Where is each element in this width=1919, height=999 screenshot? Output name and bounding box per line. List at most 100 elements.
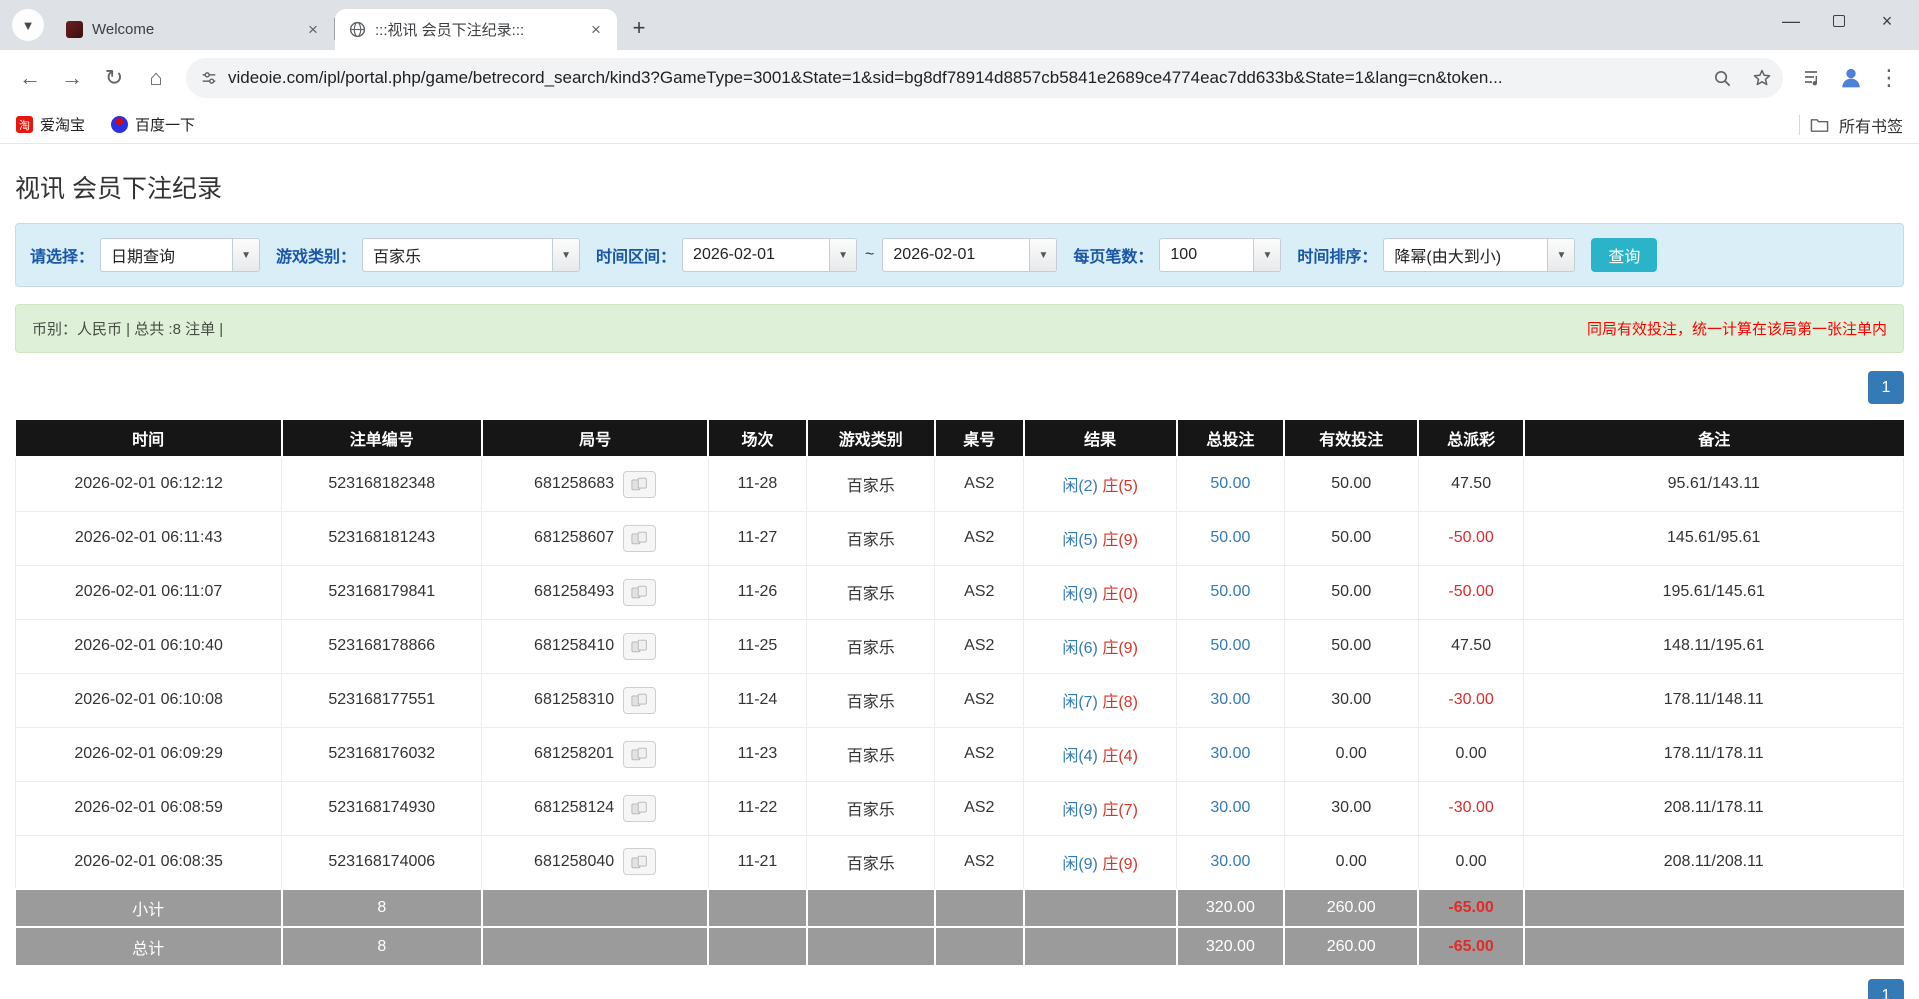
all-bookmarks-label: 所有书签: [1839, 113, 1903, 137]
cell-game-type: 百家乐: [807, 781, 935, 835]
cell-game-type: 百家乐: [807, 619, 935, 673]
date-to-dropdown[interactable]: 2026-02-01 ▼: [882, 238, 1057, 272]
cell-session: 11-26: [708, 565, 806, 619]
chevron-down-icon[interactable]: ▼: [1029, 239, 1056, 271]
total-bet-link[interactable]: 30.00: [1210, 745, 1250, 762]
new-tab-button[interactable]: +: [623, 12, 655, 44]
round-id: 681258040: [534, 853, 614, 871]
cell-total-bet: 50.00: [1177, 565, 1285, 619]
bookmark-aitaobao[interactable]: 淘 爱淘宝: [16, 114, 85, 135]
date-from-dropdown[interactable]: 2026-02-01 ▼: [682, 238, 857, 272]
cell-round: 681258310: [482, 673, 709, 727]
total-bet-link[interactable]: 50.00: [1210, 583, 1250, 600]
zoom-icon[interactable]: [1707, 63, 1737, 93]
total-bet-link[interactable]: 30.00: [1210, 691, 1250, 708]
chevron-down-icon[interactable]: ▼: [1547, 239, 1574, 271]
cell-total-bet: 50.00: [1177, 511, 1285, 565]
cell-result: 闲(9) 庄(0): [1024, 565, 1177, 619]
cell-session: 11-28: [708, 457, 806, 511]
reload-button[interactable]: ↻: [94, 58, 134, 98]
search-button[interactable]: 查询: [1591, 238, 1657, 272]
page-button-1[interactable]: 1: [1868, 371, 1904, 404]
total-bet-link[interactable]: 30.00: [1210, 799, 1250, 816]
home-button[interactable]: ⌂: [136, 58, 176, 98]
result-player: 闲(7): [1062, 694, 1098, 711]
cell-session: 11-25: [708, 619, 806, 673]
filter-label: 游戏类别：: [276, 243, 356, 267]
url-text[interactable]: videoie.com/ipl/portal.php/game/betrecor…: [228, 68, 1697, 88]
folder-icon: [1810, 117, 1829, 133]
cell-round: 681258493: [482, 565, 709, 619]
cell-table-no: AS2: [935, 565, 1024, 619]
round-id: 681258607: [534, 529, 614, 547]
round-detail-icon[interactable]: [623, 633, 656, 660]
result-player: 闲(9): [1062, 856, 1098, 873]
browser-navbar: ← → ↻ ⌂ videoie.com/ipl/portal.php/game/…: [0, 50, 1919, 106]
chevron-down-icon[interactable]: ▼: [232, 239, 259, 271]
result-banker: 庄(4): [1102, 748, 1138, 765]
filter-game-type: 游戏类别： 百家乐 ▼: [276, 238, 580, 272]
bookmarks-bar: 淘 爱淘宝 百度一下 所有书签: [0, 106, 1919, 144]
all-bookmarks[interactable]: 所有书签: [1799, 113, 1903, 137]
maximize-button[interactable]: [1815, 0, 1863, 42]
game-type-dropdown[interactable]: 百家乐 ▼: [362, 238, 580, 272]
col-header-bet-id: 注单编号: [282, 420, 482, 457]
back-button[interactable]: ←: [10, 58, 50, 98]
tab-welcome[interactable]: Welcome ×: [52, 9, 334, 50]
round-detail-icon[interactable]: [623, 741, 656, 768]
total-bet-link[interactable]: 30.00: [1210, 853, 1250, 870]
round-id: 681258201: [534, 745, 614, 763]
address-bar[interactable]: videoie.com/ipl/portal.php/game/betrecor…: [186, 58, 1783, 98]
cell-session: 11-24: [708, 673, 806, 727]
subtotal-payout: -65.00: [1418, 889, 1524, 927]
cell-round: 681258607: [482, 511, 709, 565]
round-detail-icon[interactable]: [623, 471, 656, 498]
round-detail-icon[interactable]: [623, 579, 656, 606]
close-icon[interactable]: ×: [302, 19, 324, 41]
star-icon[interactable]: [1747, 63, 1777, 93]
round-detail-icon[interactable]: [623, 795, 656, 822]
round-detail-icon[interactable]: [623, 848, 656, 875]
profile-avatar[interactable]: [1835, 62, 1867, 94]
forward-button[interactable]: →: [52, 58, 92, 98]
round-detail-icon[interactable]: [623, 525, 656, 552]
subtotal-row: 小计 8 320.00 260.00 -65.00: [16, 889, 1904, 927]
chevron-down-icon[interactable]: ▼: [1253, 239, 1280, 271]
cell-payout: 47.50: [1418, 457, 1524, 511]
cell-session: 11-27: [708, 511, 806, 565]
select-mode-dropdown[interactable]: 日期查询 ▼: [100, 238, 260, 272]
round-detail-icon[interactable]: [623, 687, 656, 714]
cell-time: 2026-02-01 06:10:40: [16, 619, 282, 673]
close-icon[interactable]: ×: [585, 19, 607, 41]
site-info-icon[interactable]: [200, 69, 218, 87]
welcome-favicon-icon: [66, 21, 83, 38]
cell-table-no: AS2: [935, 727, 1024, 781]
page-button-1[interactable]: 1: [1868, 979, 1904, 999]
chevron-down-icon[interactable]: ▼: [829, 239, 856, 271]
globe-icon: [349, 21, 366, 38]
bookmarks-divider: [1799, 115, 1800, 135]
cell-note: 208.11/178.11: [1524, 781, 1904, 835]
col-header-time: 时间: [16, 420, 282, 457]
tab-title: :::视讯 会员下注纪录:::: [375, 19, 576, 40]
tab-search-chevron-icon[interactable]: ▼: [12, 9, 44, 41]
result-player: 闲(2): [1062, 478, 1098, 495]
tab-bet-record[interactable]: :::视讯 会员下注纪录::: ×: [335, 9, 617, 50]
total-bet-link[interactable]: 50.00: [1210, 475, 1250, 492]
minimize-button[interactable]: —: [1767, 0, 1815, 42]
bookmark-baidu[interactable]: 百度一下: [111, 114, 195, 135]
total-total-bet: 320.00: [1177, 927, 1285, 965]
total-bet-link[interactable]: 50.00: [1210, 529, 1250, 546]
table-row: 2026-02-01 06:09:29 523168176032 6812582…: [16, 727, 1904, 781]
cell-note: 145.61/95.61: [1524, 511, 1904, 565]
sort-dropdown[interactable]: 降幂(由大到小) ▼: [1383, 238, 1575, 272]
close-window-button[interactable]: ×: [1863, 0, 1911, 42]
total-bet-link[interactable]: 50.00: [1210, 637, 1250, 654]
chevron-down-icon[interactable]: ▼: [552, 239, 579, 271]
menu-icon[interactable]: ⋮: [1869, 58, 1909, 98]
col-header-note: 备注: [1524, 420, 1904, 457]
per-page-dropdown[interactable]: 100 ▼: [1159, 238, 1281, 272]
cell-game-type: 百家乐: [807, 835, 935, 889]
col-header-valid-bet: 有效投注: [1284, 420, 1418, 457]
media-controls-icon[interactable]: [1793, 58, 1833, 98]
